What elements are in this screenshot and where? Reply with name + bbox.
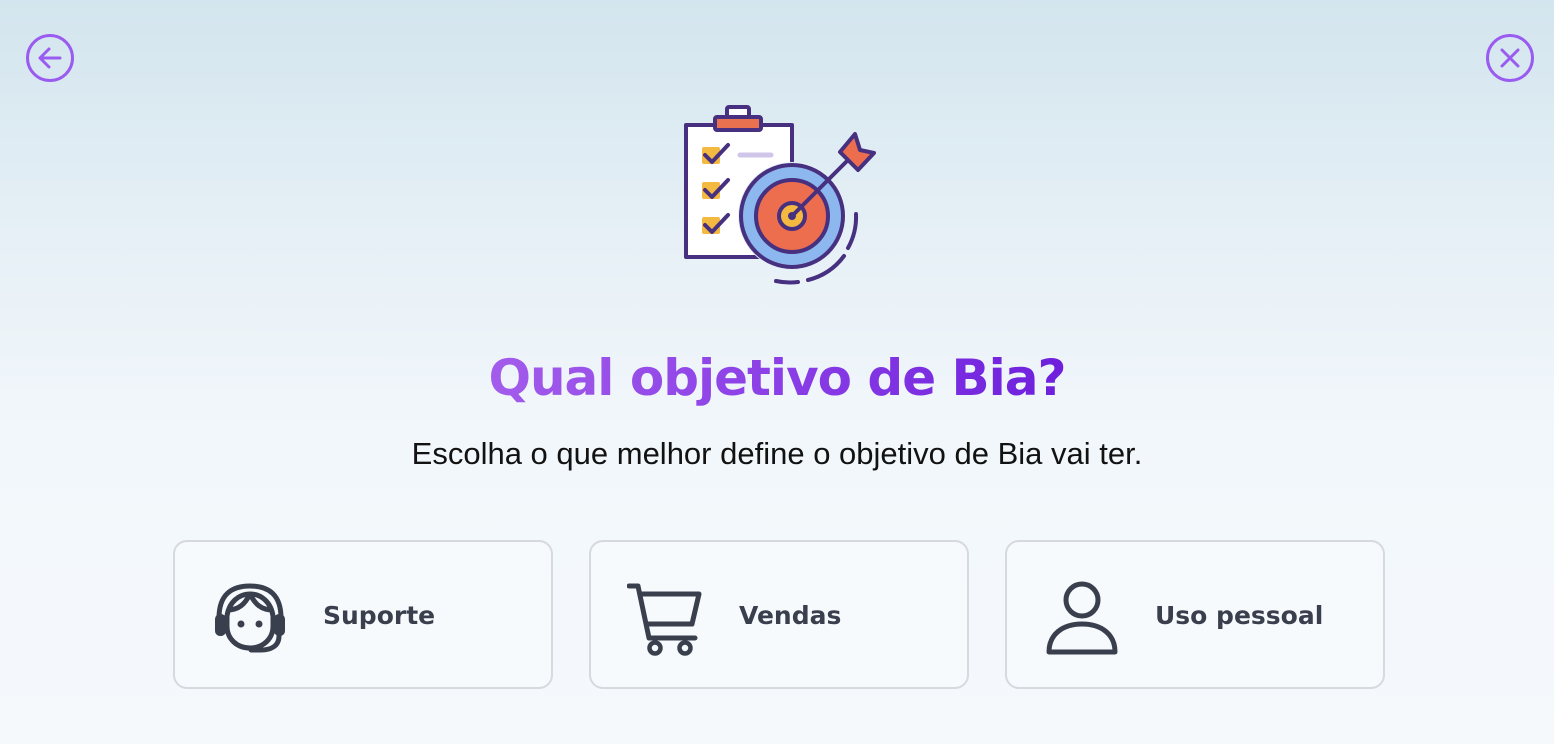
option-label-suporte: Suporte [323, 601, 436, 630]
x-circle-icon [1486, 34, 1534, 82]
back-button[interactable] [25, 33, 75, 83]
option-card-vendas[interactable]: Vendas [589, 540, 969, 689]
option-label-uso-pessoal: Uso pessoal [1155, 601, 1324, 630]
arrow-left-circle-icon [26, 34, 74, 82]
option-label-vendas: Vendas [739, 601, 842, 630]
page-subtitle: Escolha o que melhor define o objetivo d… [411, 436, 1143, 471]
checklist-target-illustration [676, 100, 880, 290]
support-agent-icon [211, 578, 289, 656]
option-card-uso-pessoal[interactable]: Uso pessoal [1005, 540, 1385, 689]
user-icon [1043, 578, 1121, 656]
page-title: Qual objetivo de Bia? [488, 349, 1066, 407]
option-card-suporte[interactable]: Suporte [173, 540, 553, 689]
shopping-cart-icon [627, 578, 705, 656]
close-button[interactable] [1485, 33, 1535, 83]
